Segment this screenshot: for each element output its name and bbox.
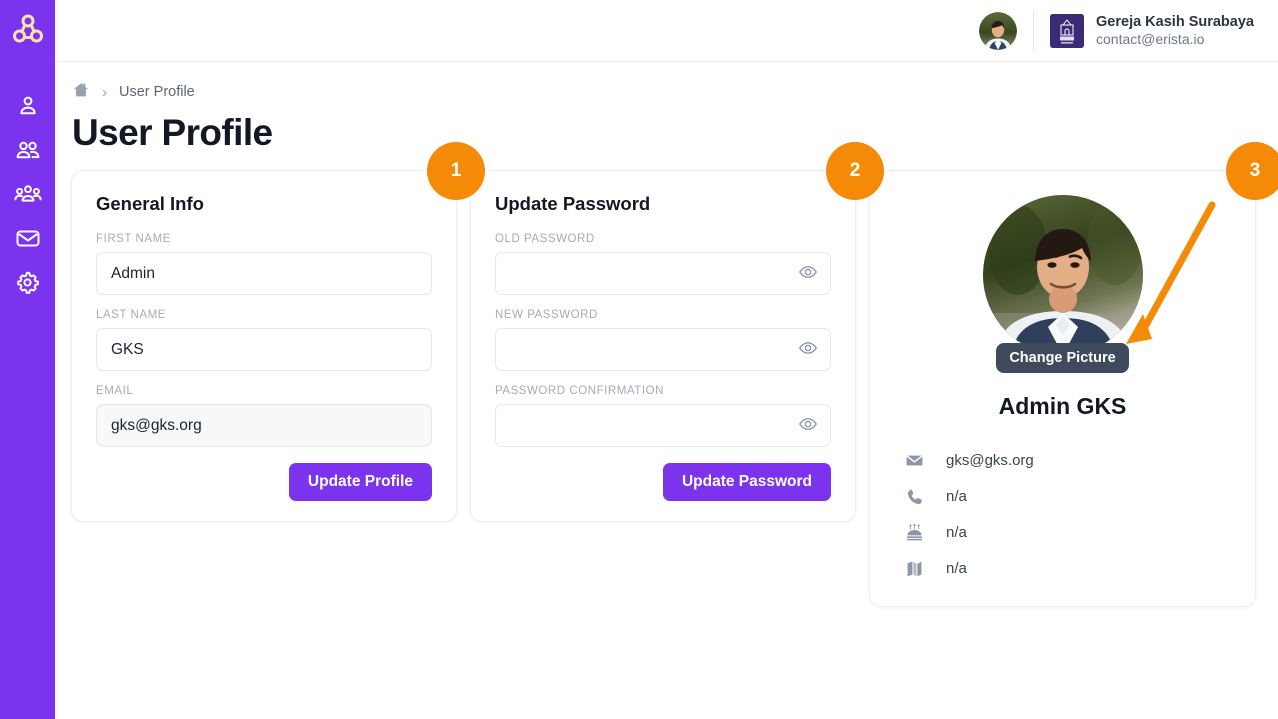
sidebar-item-settings[interactable]	[8, 260, 48, 304]
main-column: Gereja Kasih Surabaya contact@erista.io …	[55, 0, 1278, 719]
page-title: User Profile	[72, 112, 273, 153]
sidebar-item-groups[interactable]	[8, 172, 48, 216]
new-password-field: NEW PASSWORD	[495, 309, 831, 371]
envelope-icon	[904, 451, 924, 470]
annotation-badge-1: 1	[427, 142, 485, 200]
profile-detail-email: gks@gks.org	[946, 451, 1034, 469]
envelope-icon	[15, 226, 41, 250]
eye-icon	[798, 262, 818, 285]
org-logo-icon	[1050, 13, 1085, 48]
user-icon	[16, 94, 40, 118]
last-name-input[interactable]	[96, 328, 432, 371]
profile-avatar	[982, 195, 1143, 355]
app-logo[interactable]	[8, 12, 48, 52]
last-name-field: LAST NAME	[96, 309, 432, 371]
open-book-icon	[904, 559, 924, 578]
new-password-label: NEW PASSWORD	[495, 309, 598, 321]
eye-icon	[798, 414, 818, 437]
topbar: Gereja Kasih Surabaya contact@erista.io	[55, 0, 1278, 62]
sidebar-item-profile[interactable]	[8, 84, 48, 128]
avatar[interactable]	[979, 11, 1018, 50]
cards-row: General Info FIRST NAME LAST NAME	[71, 142, 1278, 607]
email-field: EMAIL	[96, 385, 432, 447]
password-confirmation-label: PASSWORD CONFIRMATION	[495, 385, 664, 397]
new-password-reveal-button[interactable]	[795, 337, 821, 363]
old-password-input[interactable]	[495, 252, 831, 295]
list-item: n/a	[904, 478, 1233, 514]
email-label: EMAIL	[96, 385, 134, 397]
breadcrumb-current: User Profile	[119, 84, 195, 100]
breadcrumb-separator: ›	[102, 83, 107, 101]
org-text: Gereja Kasih Surabaya contact@erista.io	[1096, 13, 1254, 49]
password-confirmation-field: PASSWORD CONFIRMATION	[495, 385, 831, 447]
profile-detail-bible: n/a	[946, 559, 967, 577]
profile-name: Admin GKS	[998, 393, 1127, 419]
annotation-badge-3: 3	[1226, 142, 1278, 200]
phone-icon	[904, 487, 924, 506]
profile-detail-phone: n/a	[946, 487, 967, 505]
breadcrumb: › User Profile	[71, 80, 1260, 104]
home-icon[interactable]	[72, 81, 90, 104]
list-item: gks@gks.org	[904, 442, 1233, 478]
eye-icon	[798, 338, 818, 361]
old-password-field: OLD PASSWORD	[495, 233, 831, 295]
two-users-icon	[15, 138, 41, 162]
new-password-input[interactable]	[495, 328, 831, 371]
annotation-badge-2: 2	[826, 142, 884, 200]
sidebar-item-couples[interactable]	[8, 128, 48, 172]
profile-detail-list: gks@gks.org n/a n/a n/a	[892, 442, 1233, 586]
list-item: n/a	[904, 514, 1233, 550]
update-password-button[interactable]: Update Password	[662, 463, 831, 501]
birthday-cake-icon	[904, 523, 924, 542]
list-item: n/a	[904, 550, 1233, 586]
update-password-title: Update Password	[495, 193, 651, 214]
profile-detail-birthday: n/a	[946, 523, 967, 541]
first-name-label: FIRST NAME	[96, 233, 171, 245]
sidebar	[0, 0, 55, 719]
app-root: Gereja Kasih Surabaya contact@erista.io …	[0, 0, 1278, 719]
triple-circle-logo-icon	[11, 13, 45, 52]
first-name-input[interactable]	[96, 252, 432, 295]
content-area: › User Profile User Profile General Info…	[55, 62, 1278, 719]
old-password-reveal-button[interactable]	[795, 261, 821, 287]
gear-icon	[15, 270, 40, 295]
profile-summary-card: Change Picture Admin GKS gks@gks.org n/a…	[869, 142, 1278, 607]
password-confirmation-input[interactable]	[495, 404, 831, 447]
sidebar-item-messages[interactable]	[8, 216, 48, 260]
topbar-divider	[1033, 10, 1035, 51]
org-name: Gereja Kasih Surabaya	[1096, 13, 1254, 30]
user-group-icon	[13, 182, 42, 206]
last-name-label: LAST NAME	[96, 309, 166, 321]
update-profile-button[interactable]: Update Profile	[288, 463, 432, 501]
update-password-card: Update Password OLD PASSWORD NEW PASSWOR…	[470, 142, 884, 522]
old-password-label: OLD PASSWORD	[495, 233, 595, 245]
org-email: contact@erista.io	[1096, 30, 1205, 47]
general-info-title: General Info	[96, 193, 204, 214]
first-name-field: FIRST NAME	[96, 233, 432, 295]
general-info-card: General Info FIRST NAME LAST NAME	[71, 142, 485, 522]
password-confirmation-reveal-button[interactable]	[795, 413, 821, 439]
org-switcher[interactable]: Gereja Kasih Surabaya contact@erista.io	[1050, 13, 1254, 49]
change-picture-button[interactable]: Change Picture	[996, 343, 1129, 373]
email-input[interactable]	[96, 404, 432, 447]
